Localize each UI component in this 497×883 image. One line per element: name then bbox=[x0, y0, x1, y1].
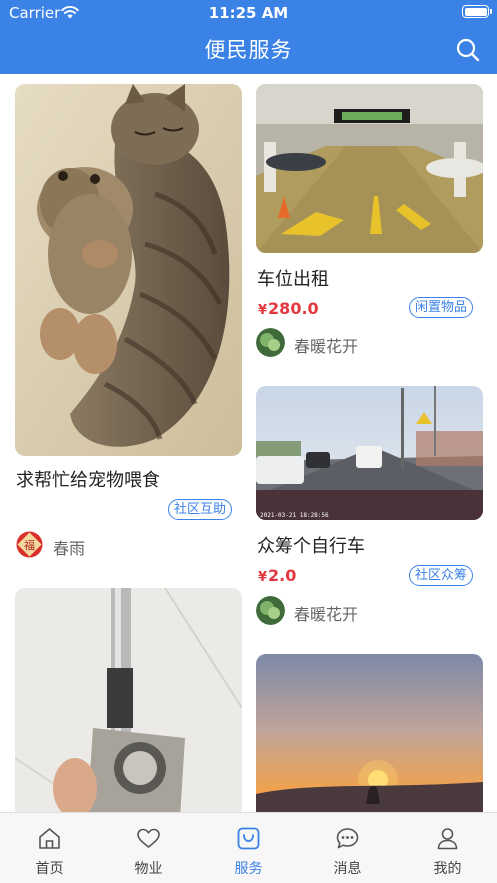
battery-icon bbox=[462, 5, 492, 18]
tab-profile[interactable]: 我的 bbox=[398, 813, 497, 883]
avatar[interactable] bbox=[256, 328, 285, 357]
tab-label: 服务 bbox=[234, 861, 263, 877]
tab-label: 物业 bbox=[134, 861, 163, 877]
post-category-tag: 闲置物品 bbox=[409, 297, 474, 318]
post-image-road[interactable]: 2021-03-21 18:28:56 bbox=[256, 386, 483, 520]
person-icon bbox=[437, 828, 458, 850]
post-author[interactable]: 春暖花开 bbox=[256, 596, 483, 626]
post-feed[interactable]: 求帮忙给宠物喂食 社区互助 福 春雨 车位出租 ¥280.0 闲置物品 春暖花开… bbox=[0, 74, 497, 812]
price-value: 2.0 bbox=[268, 566, 297, 585]
post-image-parking[interactable] bbox=[256, 84, 483, 253]
app-header: Carrier 11:25 AM 便民服务 bbox=[0, 0, 497, 74]
message-bubble-icon bbox=[336, 828, 359, 849]
post-title[interactable]: 众筹个自行车 bbox=[257, 532, 365, 558]
post-category-tag: 社区互助 bbox=[168, 499, 233, 520]
avatar[interactable] bbox=[256, 596, 285, 625]
post-card[interactable]: 2021-03-21 18:28:56 众筹个自行车 ¥2.0 社区众筹 春暖花… bbox=[256, 386, 483, 671]
price-currency: ¥ bbox=[258, 570, 268, 585]
search-icon[interactable] bbox=[455, 37, 481, 63]
post-image-kitten[interactable] bbox=[15, 84, 242, 456]
status-bar: Carrier 11:25 AM bbox=[0, 0, 497, 26]
tab-home[interactable]: 首页 bbox=[0, 813, 99, 883]
author-name: 春暖花开 bbox=[294, 337, 359, 356]
author-name: 春雨 bbox=[53, 539, 86, 558]
post-card[interactable]: 求帮忙给宠物喂食 社区互助 福 春雨 bbox=[15, 84, 242, 584]
post-image-vacuum[interactable] bbox=[15, 588, 242, 812]
post-author[interactable]: 福 春雨 bbox=[15, 530, 242, 560]
post-author[interactable]: 春暖花开 bbox=[256, 328, 483, 358]
post-title[interactable]: 车位出租 bbox=[257, 265, 329, 291]
tab-label: 我的 bbox=[433, 861, 462, 877]
post-price: ¥280.0 bbox=[258, 299, 319, 318]
tab-label: 消息 bbox=[333, 861, 362, 877]
price-currency: ¥ bbox=[258, 303, 268, 318]
tab-property[interactable]: 物业 bbox=[99, 813, 198, 883]
post-category-tag: 社区众筹 bbox=[409, 565, 474, 586]
author-name: 春暖花开 bbox=[294, 605, 359, 624]
post-card[interactable] bbox=[256, 654, 483, 812]
service-bag-icon bbox=[237, 827, 260, 850]
tab-label: 首页 bbox=[35, 861, 64, 877]
post-card[interactable]: 车位出租 ¥280.0 闲置物品 春暖花开 bbox=[256, 84, 483, 369]
heart-icon bbox=[137, 828, 160, 848]
status-time: 11:25 AM bbox=[208, 4, 289, 22]
home-icon bbox=[39, 828, 60, 849]
post-image-sunset[interactable] bbox=[256, 654, 483, 812]
post-price: ¥2.0 bbox=[258, 566, 296, 585]
svg-text:福: 福 bbox=[24, 538, 35, 552]
avatar[interactable]: 福 bbox=[15, 530, 44, 559]
bottom-tab-bar: 首页 物业 服务 消息 我的 bbox=[0, 812, 497, 883]
page-title: 便民服务 bbox=[204, 38, 293, 62]
tab-service[interactable]: 服务 bbox=[199, 813, 298, 883]
tab-messages[interactable]: 消息 bbox=[298, 813, 397, 883]
post-title[interactable]: 求帮忙给宠物喂食 bbox=[16, 466, 160, 492]
post-card[interactable] bbox=[15, 588, 242, 812]
price-value: 280.0 bbox=[268, 299, 319, 318]
dashcam-timestamp: 2021-03-21 18:28:56 bbox=[260, 512, 329, 519]
